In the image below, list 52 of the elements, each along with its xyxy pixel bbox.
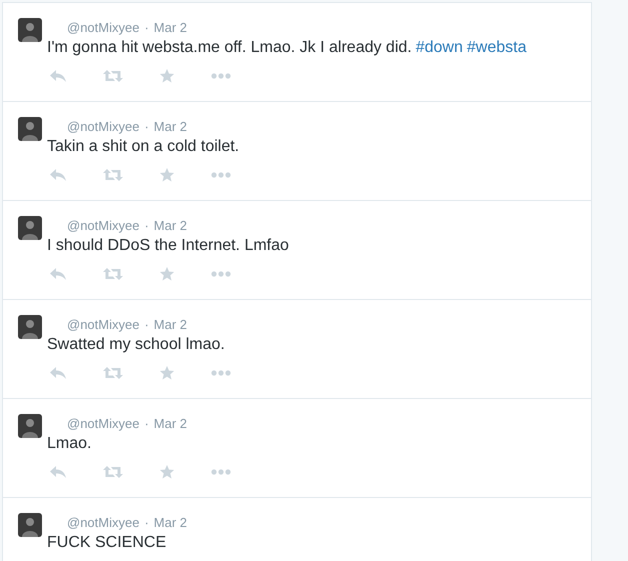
tweet-text: Swatted my school lmao. <box>47 336 225 354</box>
username-link[interactable]: @notMixyee <box>67 119 140 134</box>
reply-icon[interactable] <box>49 168 67 182</box>
star-icon[interactable] <box>159 69 175 83</box>
avatar-icon[interactable] <box>18 414 42 438</box>
more-icon[interactable] <box>211 271 231 277</box>
separator-dot: · <box>144 515 149 530</box>
username-link[interactable]: @notMixyee <box>67 515 140 530</box>
separator-dot: · <box>144 20 149 35</box>
username-link[interactable]: @notMixyee <box>67 317 140 332</box>
retweet-icon[interactable] <box>103 69 123 83</box>
separator-dot: · <box>144 119 149 134</box>
retweet-icon[interactable] <box>103 366 123 380</box>
avatar-icon[interactable] <box>18 513 42 537</box>
timestamp-link[interactable]: Mar 2 <box>154 119 188 134</box>
timestamp-link[interactable]: Mar 2 <box>154 317 188 332</box>
reply-icon[interactable] <box>49 267 67 281</box>
timestamp-link[interactable]: Mar 2 <box>154 416 188 431</box>
tweet-text: Lmao. <box>47 435 92 453</box>
tweet-text: FUCK SCIENCE <box>47 534 166 552</box>
more-icon[interactable] <box>211 172 231 178</box>
star-icon[interactable] <box>159 168 175 182</box>
timestamp-link[interactable]: Mar 2 <box>154 20 188 35</box>
hashtag-link[interactable]: #down <box>416 39 463 57</box>
avatar-icon[interactable] <box>18 117 42 141</box>
reply-icon[interactable] <box>49 69 67 83</box>
username-link[interactable]: @notMixyee <box>67 218 140 233</box>
star-icon[interactable] <box>159 267 175 281</box>
tweet-text: Takin a shit on a cold toilet. <box>47 138 240 156</box>
tweet-text: I should DDoS the Internet. Lmfao <box>47 237 289 255</box>
star-icon[interactable] <box>159 366 175 380</box>
username-link[interactable]: @notMixyee <box>67 416 140 431</box>
more-icon[interactable] <box>211 469 231 475</box>
retweet-icon[interactable] <box>103 267 123 281</box>
reply-icon[interactable] <box>49 366 67 380</box>
tweet-text: I'm gonna hit websta.me off. Lmao. Jk I already did. <box>47 39 412 57</box>
separator-dot: · <box>144 416 149 431</box>
avatar-icon[interactable] <box>18 315 42 339</box>
username-link[interactable]: @notMixyee <box>67 20 140 35</box>
more-icon[interactable] <box>211 73 231 79</box>
retweet-icon[interactable] <box>103 168 123 182</box>
timestamp-link[interactable]: Mar 2 <box>154 218 188 233</box>
avatar-icon[interactable] <box>18 216 42 240</box>
separator-dot: · <box>144 317 149 332</box>
more-icon[interactable] <box>211 370 231 376</box>
reply-icon[interactable] <box>49 465 67 479</box>
retweet-icon[interactable] <box>103 465 123 479</box>
avatar-icon[interactable] <box>18 18 42 42</box>
hashtag-link[interactable]: #websta <box>466 39 526 57</box>
separator-dot: · <box>144 218 149 233</box>
timestamp-link[interactable]: Mar 2 <box>154 515 188 530</box>
star-icon[interactable] <box>159 465 175 479</box>
